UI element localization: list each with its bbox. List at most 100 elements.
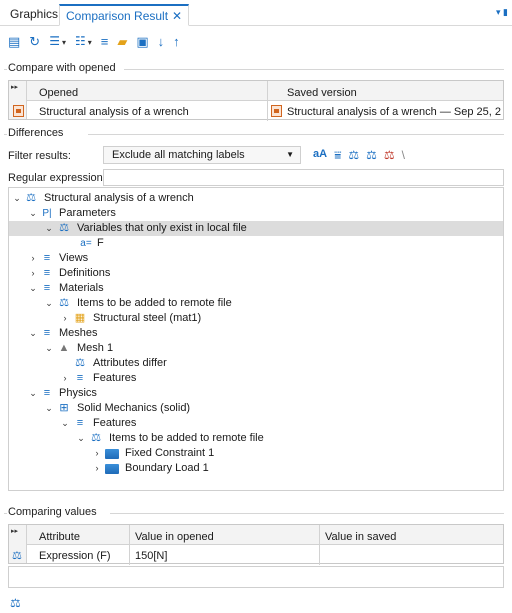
tree-item-physics[interactable]: ⌄ ≡ Physics xyxy=(9,386,503,401)
tree-item-boundary[interactable]: › Boundary Load 1 xyxy=(9,461,503,476)
saved-doc-icon xyxy=(271,105,282,117)
tree-item-definitions[interactable]: › ≡ Definitions xyxy=(9,266,503,281)
brush-icon[interactable]: \ xyxy=(402,148,405,163)
tab-comparison-result[interactable]: Comparison Result ✕ xyxy=(59,4,190,26)
tree-item-mat-add[interactable]: ⌄ ⚖ Items to be added to remote file xyxy=(9,296,503,311)
differences-tree: ⌄ ⚖ Structural analysis of a wrench ⌄ P|… xyxy=(8,187,504,491)
tree-item-phys-add[interactable]: ⌄ ⚖ Items to be added to remote file xyxy=(9,431,503,446)
refresh-icon[interactable]: ↻ xyxy=(29,34,40,50)
compare-table: ▸▸ Opened Saved version Structural analy… xyxy=(8,80,504,121)
row-value-opened[interactable]: 150[N] xyxy=(135,550,167,562)
compare-split-icon[interactable]: ⚖ xyxy=(366,148,377,163)
tree-label: Features xyxy=(93,417,137,429)
material-icon: ▦ xyxy=(74,312,86,324)
saved-value[interactable]: Structural analysis of a wrench — Sep 25… xyxy=(287,106,501,118)
chevron-down-icon[interactable]: ⌄ xyxy=(12,191,22,206)
chevron-down-icon: ▼ xyxy=(286,150,294,159)
tree-label: Definitions xyxy=(59,267,111,279)
tree-item-fixed[interactable]: › Fixed Constraint 1 xyxy=(9,446,503,461)
value-opened-header: Value in opened xyxy=(135,531,214,543)
differences-section-header: Differences xyxy=(4,127,504,139)
close-tab-icon[interactable]: ✕ xyxy=(172,9,182,23)
chevron-down-icon[interactable]: ⌄ xyxy=(44,401,54,416)
chevron-down-icon[interactable]: ⌄ xyxy=(28,386,38,401)
chevron-down-icon[interactable]: ⌄ xyxy=(76,431,86,446)
compare-icon[interactable]: ⚖ xyxy=(348,148,359,163)
tree-label: Structural steel (mat1) xyxy=(93,312,202,324)
tab-graphics-label: Graphics xyxy=(10,7,59,21)
tree-item-var-f[interactable]: a= F xyxy=(9,236,503,251)
tab-menu-icon[interactable]: ▾ ▮ xyxy=(496,7,508,18)
save-icon[interactable]: ▣ xyxy=(136,34,148,50)
column-divider xyxy=(319,525,320,565)
match-case-icon[interactable]: aA xyxy=(313,148,327,163)
list-icon: ≡ xyxy=(43,387,51,399)
compare-section-header: Compare with opened xyxy=(4,62,504,74)
attribute-header: Attribute xyxy=(39,531,80,543)
filter-results-select[interactable]: Exclude all matching labels ▼ xyxy=(103,146,301,164)
tree-label: Variables that only exist in local file xyxy=(77,222,247,234)
chevron-right-icon[interactable]: › xyxy=(92,446,102,461)
parameters-icon: P| xyxy=(42,208,52,219)
chevron-down-icon[interactable]: ⌄ xyxy=(44,296,54,311)
filter-list-icon[interactable]: ☰ xyxy=(49,33,66,51)
compare-status-icon[interactable]: ⚖ xyxy=(10,596,21,610)
folder-open-icon[interactable]: ▰ xyxy=(117,34,127,50)
gutter-arrow-icon: ▸▸ xyxy=(11,528,19,535)
values-table-header xyxy=(9,525,503,545)
filter-icons: aA ⩸ ⚖ ⚖ ⚖ \ xyxy=(313,148,405,163)
tree-item-solid[interactable]: ⌄ ⊞ Solid Mechanics (solid) xyxy=(9,401,503,416)
tree-item-attr-differ[interactable]: ⚖ Attributes differ xyxy=(9,356,503,371)
values-table: ▸▸ Attribute Value in opened Value in sa… xyxy=(8,524,504,565)
tree-label: Solid Mechanics (solid) xyxy=(77,402,191,414)
tree-label: Mesh 1 xyxy=(77,342,114,354)
tree-item-views[interactable]: › ≡ Views xyxy=(9,251,503,266)
chevron-down-icon[interactable]: ⌄ xyxy=(28,281,38,296)
filter-icon[interactable]: ⩸ xyxy=(334,148,341,163)
tree-item-mesh-features[interactable]: › ≡ Features xyxy=(9,371,503,386)
tree-label: Views xyxy=(59,252,89,264)
arrow-down-icon[interactable]: ↓ xyxy=(158,34,165,50)
list-icon: ≡ xyxy=(43,267,51,279)
opened-header: Opened xyxy=(39,87,79,99)
tree-label: Fixed Constraint 1 xyxy=(125,447,215,459)
opened-value[interactable]: Structural analysis of a wrench xyxy=(39,106,264,118)
compare-red-icon[interactable]: ⚖ xyxy=(384,148,395,163)
chevron-down-icon[interactable]: ⌄ xyxy=(60,416,70,431)
mesh-icon: ▲ xyxy=(58,342,70,354)
compare-icon: ⚖ xyxy=(59,222,69,234)
tree-item-mesh1[interactable]: ⌄ ▲ Mesh 1 xyxy=(9,341,503,356)
tree-item-phys-features[interactable]: ⌄ ≡ Features xyxy=(9,416,503,431)
row-attribute[interactable]: Expression (F) xyxy=(39,550,111,562)
list-icon[interactable]: ≡ xyxy=(101,34,109,50)
chevron-down-icon[interactable]: ⌄ xyxy=(28,326,38,341)
list-icon: ≡ xyxy=(43,282,51,294)
tree-label: Structural analysis of a wrench xyxy=(44,192,194,204)
chevron-right-icon[interactable]: › xyxy=(28,251,38,266)
tree-label: Materials xyxy=(59,282,104,294)
chevron-right-icon[interactable]: › xyxy=(92,461,102,476)
tree-label: Items to be added to remote file xyxy=(109,432,264,444)
tree-item-parameters[interactable]: ⌄ P| Parameters xyxy=(9,206,503,221)
tab-graphics[interactable]: Graphics xyxy=(4,4,64,26)
chevron-right-icon[interactable]: › xyxy=(60,311,70,326)
compare-icon: ⚖ xyxy=(59,297,69,309)
tree-list-icon[interactable]: ☷ xyxy=(75,33,92,51)
tree-item-materials[interactable]: ⌄ ≡ Materials xyxy=(9,281,503,296)
chevron-down-icon[interactable]: ⌄ xyxy=(28,206,38,221)
compare-section-title: Compare with opened xyxy=(8,62,116,74)
tab-bar: Graphics Comparison Result ✕ ▾ ▮ xyxy=(0,0,512,26)
tree-item-root[interactable]: ⌄ ⚖ Structural analysis of a wrench xyxy=(9,191,503,206)
compare-icon: ⚖ xyxy=(26,192,36,204)
tree-label: Physics xyxy=(59,387,97,399)
tree-item-structural-steel[interactable]: › ▦ Structural steel (mat1) xyxy=(9,311,503,326)
chevron-right-icon[interactable]: › xyxy=(60,371,70,386)
chevron-right-icon[interactable]: › xyxy=(28,266,38,281)
arrow-up-icon[interactable]: ↑ xyxy=(173,34,180,50)
tree-item-meshes[interactable]: ⌄ ≡ Meshes xyxy=(9,326,503,341)
chevron-down-icon[interactable]: ⌄ xyxy=(44,341,54,356)
tree-item-vars-local[interactable]: ⌄ ⚖ Variables that only exist in local f… xyxy=(9,221,503,236)
regex-input[interactable] xyxy=(103,169,504,186)
document-icon[interactable]: ▤ xyxy=(8,34,20,50)
chevron-down-icon[interactable]: ⌄ xyxy=(44,221,54,236)
